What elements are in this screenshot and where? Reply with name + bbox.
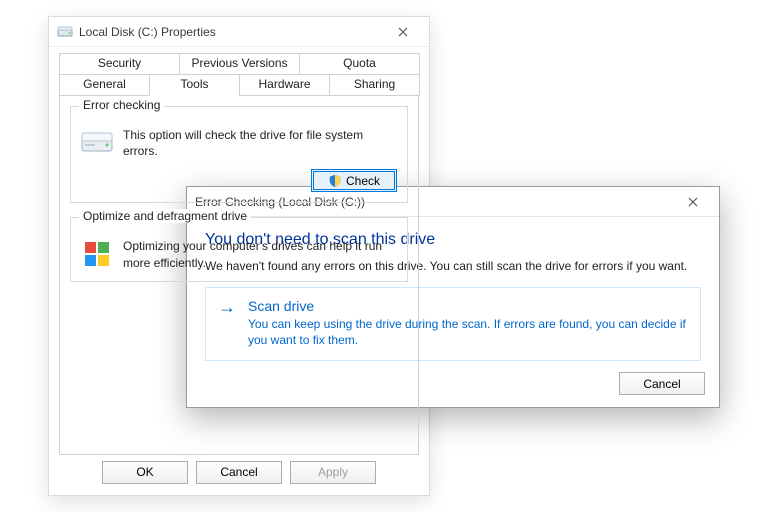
check-button[interactable]: Check bbox=[311, 169, 397, 192]
tab-quota[interactable]: Quota bbox=[299, 53, 420, 75]
close-icon bbox=[688, 197, 698, 207]
error-checking-group: Error checking This option will check th… bbox=[70, 106, 408, 203]
optimize-legend: Optimize and defragment drive bbox=[79, 209, 251, 223]
cancel-button[interactable]: Cancel bbox=[196, 461, 282, 484]
drive-icon bbox=[57, 24, 73, 40]
properties-close-button[interactable] bbox=[383, 17, 423, 46]
tab-tools[interactable]: Tools bbox=[149, 74, 240, 96]
properties-title: Local Disk (C:) Properties bbox=[79, 25, 383, 39]
apply-button[interactable]: Apply bbox=[290, 461, 376, 484]
ok-button[interactable]: OK bbox=[102, 461, 188, 484]
defrag-icon bbox=[81, 238, 113, 270]
dialog-close-button[interactable] bbox=[673, 187, 713, 216]
tab-security[interactable]: Security bbox=[59, 53, 180, 75]
drive-icon bbox=[81, 127, 113, 159]
tab-hardware[interactable]: Hardware bbox=[239, 74, 330, 96]
optimize-text: Optimizing your computer's drives can he… bbox=[123, 238, 397, 270]
tab-general[interactable]: General bbox=[59, 74, 150, 96]
optimize-group: Optimize and defragment drive Optimizing… bbox=[70, 217, 408, 281]
shield-icon bbox=[328, 174, 342, 188]
error-checking-text: This option will check the drive for fil… bbox=[123, 127, 397, 159]
properties-window: Local Disk (C:) Properties Security Prev… bbox=[48, 16, 430, 496]
tab-row-back: Security Previous Versions Quota bbox=[59, 53, 419, 75]
tab-previous-versions[interactable]: Previous Versions bbox=[179, 53, 300, 75]
tabs-area: Security Previous Versions Quota General… bbox=[49, 47, 429, 455]
close-icon bbox=[398, 27, 408, 37]
properties-footer: OK Cancel Apply bbox=[49, 449, 429, 495]
check-button-label: Check bbox=[346, 174, 380, 188]
properties-titlebar[interactable]: Local Disk (C:) Properties bbox=[49, 17, 429, 47]
tab-sharing[interactable]: Sharing bbox=[329, 74, 420, 96]
tab-row-front: General Tools Hardware Sharing bbox=[59, 74, 419, 96]
error-checking-legend: Error checking bbox=[79, 98, 164, 112]
tools-panel: Error checking This option will check th… bbox=[59, 95, 419, 455]
dialog-cancel-button[interactable]: Cancel bbox=[619, 372, 705, 395]
